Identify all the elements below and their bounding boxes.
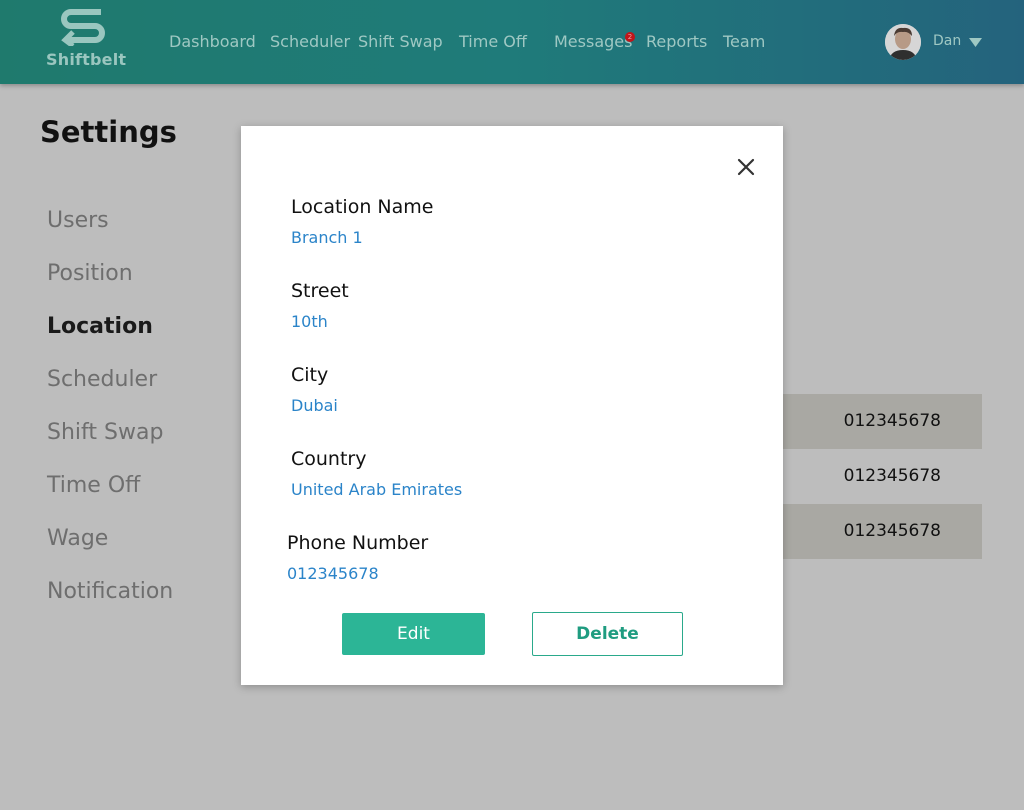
messages-badge: 2 bbox=[625, 32, 635, 42]
nav-messages[interactable]: Messages bbox=[554, 32, 632, 51]
sidebar-item-location[interactable]: Location bbox=[47, 314, 153, 339]
table-row[interactable]: 012345678 bbox=[783, 449, 982, 504]
caret-down-icon[interactable] bbox=[969, 38, 982, 47]
avatar[interactable] bbox=[885, 24, 921, 60]
country-label: Country bbox=[291, 448, 367, 470]
city-label: City bbox=[291, 364, 329, 386]
user-photo-icon bbox=[885, 24, 921, 60]
shiftbelt-logo-icon bbox=[61, 9, 105, 46]
sidebar-item-time-off[interactable]: Time Off bbox=[47, 473, 140, 498]
user-name[interactable]: Dan bbox=[933, 33, 961, 49]
city-value: Dubai bbox=[291, 396, 338, 415]
nav-scheduler[interactable]: Scheduler bbox=[270, 32, 350, 51]
sidebar-item-scheduler[interactable]: Scheduler bbox=[47, 367, 157, 392]
street-label: Street bbox=[291, 280, 349, 302]
delete-button[interactable]: Delete bbox=[532, 612, 683, 656]
street-value: 10th bbox=[291, 312, 328, 331]
location-details-modal: Location Name Branch 1 Street 10th City … bbox=[241, 126, 783, 685]
location-name-label: Location Name bbox=[291, 196, 434, 218]
nav-team[interactable]: Team bbox=[723, 32, 765, 51]
sidebar-item-wage[interactable]: Wage bbox=[47, 526, 108, 551]
table-row[interactable]: 012345678 bbox=[783, 504, 982, 559]
table-row[interactable]: 012345678 bbox=[783, 394, 982, 449]
top-navigation-bar: Shiftbelt Dashboard Scheduler Shift Swap… bbox=[0, 0, 1024, 84]
row-phone: 012345678 bbox=[843, 521, 941, 541]
nav-time-off[interactable]: Time Off bbox=[459, 32, 527, 51]
phone-number-value: 012345678 bbox=[287, 564, 379, 583]
sidebar-item-position[interactable]: Position bbox=[47, 261, 133, 286]
row-phone: 012345678 bbox=[843, 466, 941, 486]
brand-name: Shiftbelt bbox=[46, 50, 127, 69]
sidebar-item-shift-swap[interactable]: Shift Swap bbox=[47, 420, 163, 445]
location-name-value: Branch 1 bbox=[291, 228, 363, 247]
nav-dashboard[interactable]: Dashboard bbox=[169, 32, 256, 51]
nav-reports[interactable]: Reports bbox=[646, 32, 707, 51]
sidebar-item-users[interactable]: Users bbox=[47, 208, 109, 233]
country-value: United Arab Emirates bbox=[291, 480, 463, 499]
page-title: Settings bbox=[40, 115, 177, 149]
nav-shift-swap[interactable]: Shift Swap bbox=[358, 32, 443, 51]
row-phone: 012345678 bbox=[843, 411, 941, 431]
edit-button[interactable]: Edit bbox=[342, 613, 485, 655]
brand[interactable]: Shiftbelt bbox=[46, 8, 127, 69]
sidebar-item-notification[interactable]: Notification bbox=[47, 579, 173, 604]
close-icon[interactable] bbox=[735, 156, 757, 178]
phone-number-label: Phone Number bbox=[287, 532, 429, 554]
